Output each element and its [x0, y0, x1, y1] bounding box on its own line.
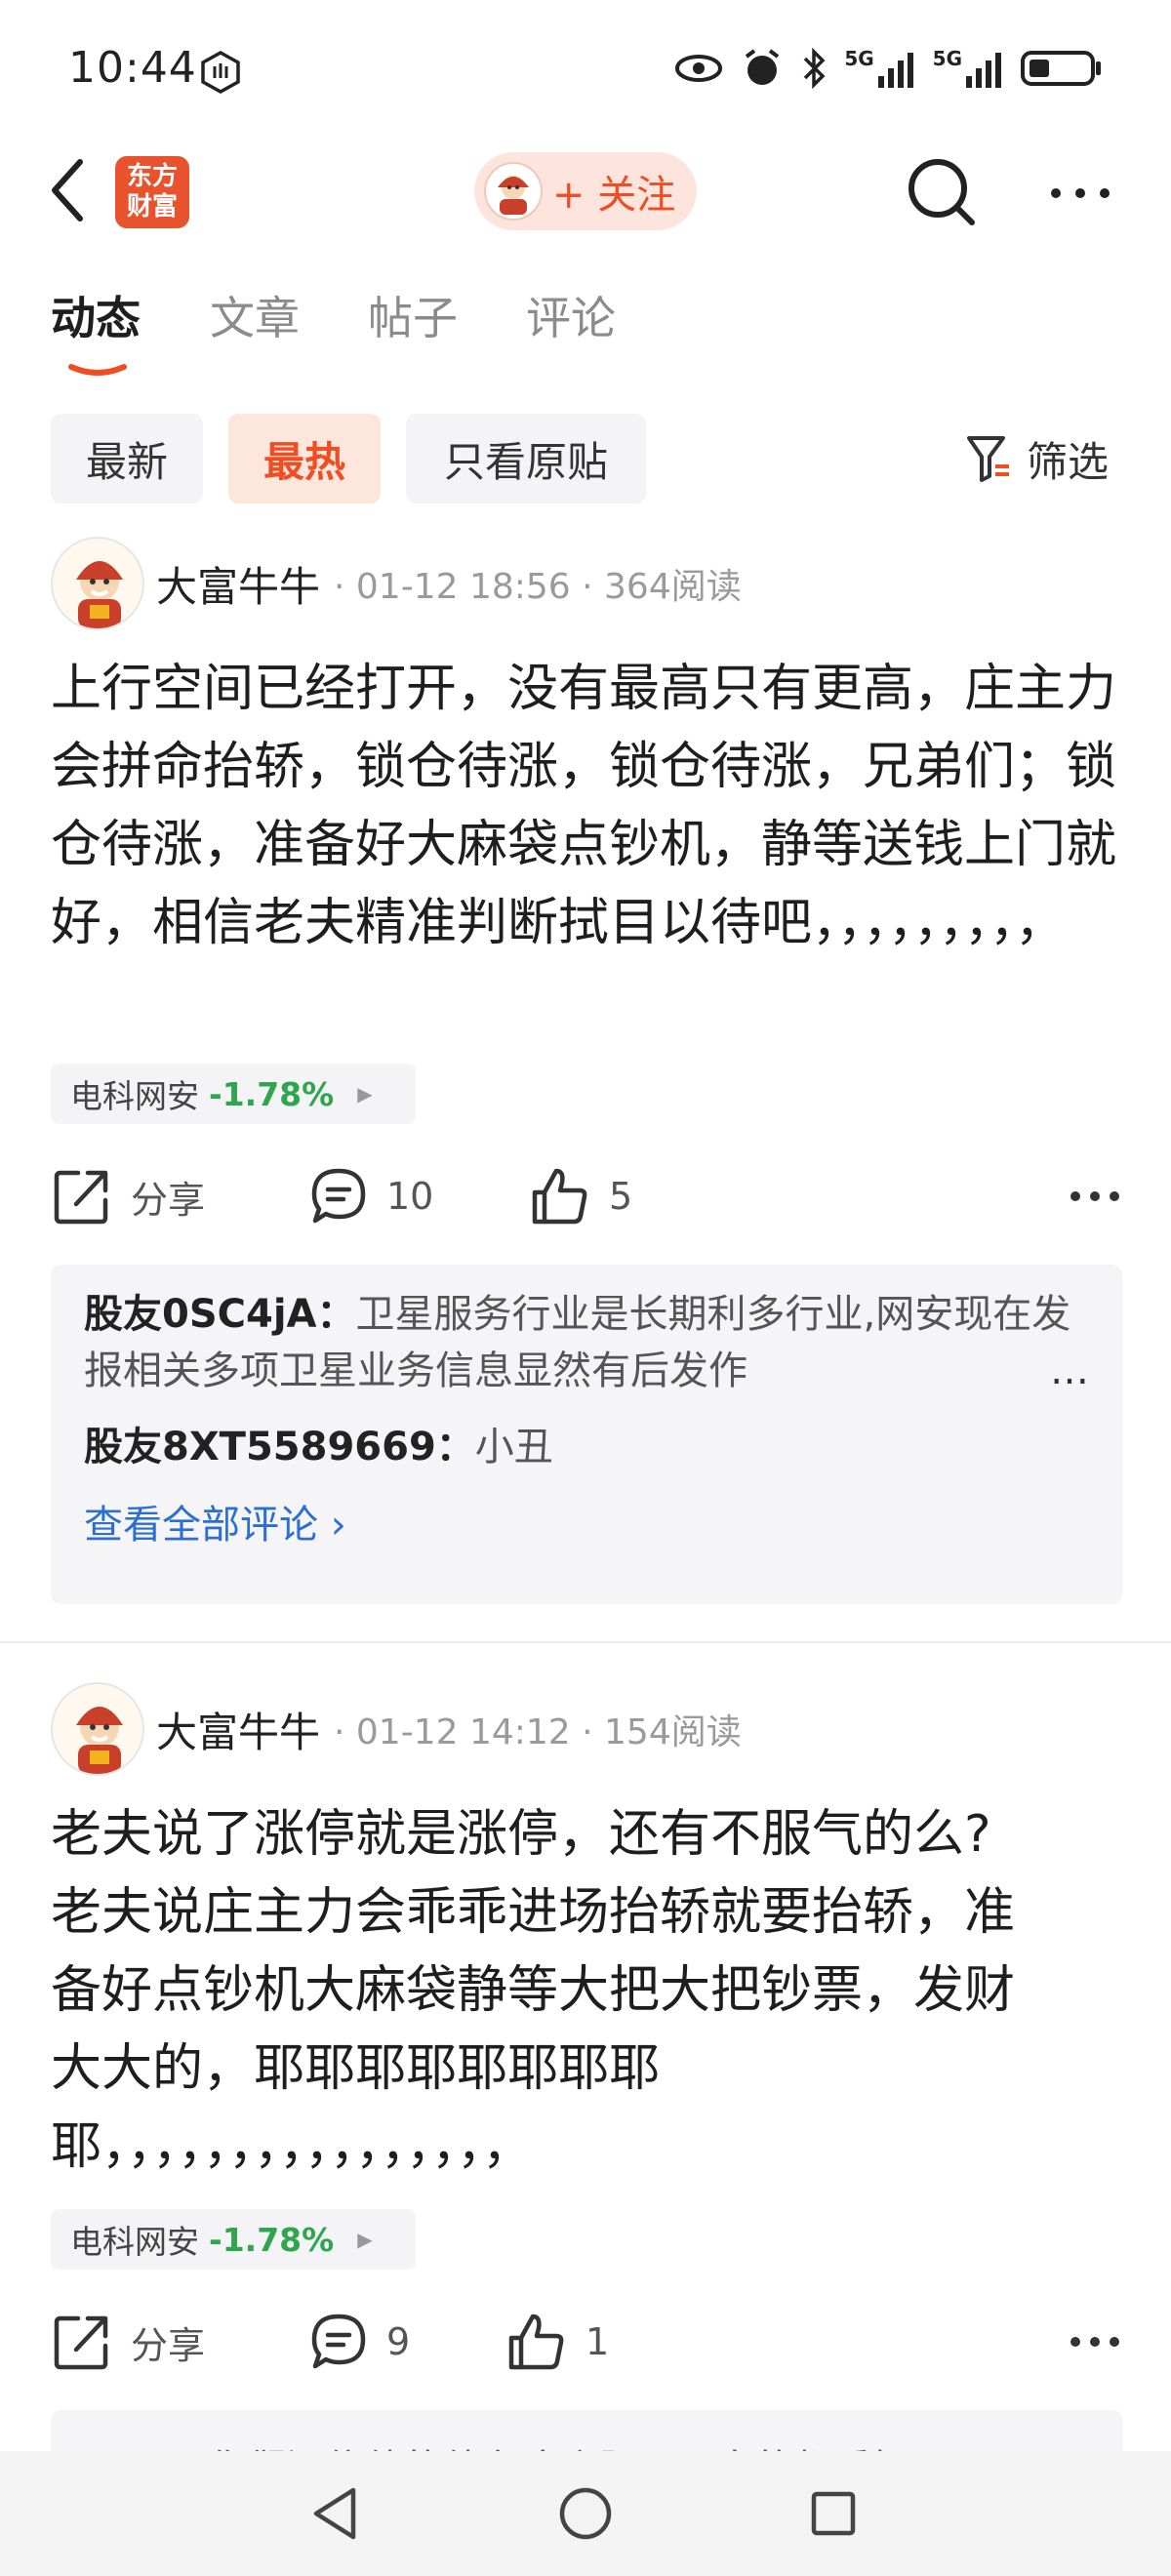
app-logo: 东方 财富 [115, 156, 189, 228]
post-card[interactable]: 大富牛牛 · 01-12 14:12 · 154阅读 老夫说了涨停就是涨停，还有… [0, 1680, 1171, 2488]
author-avatar[interactable] [51, 537, 144, 630]
thumbs-up-icon [508, 2314, 564, 2370]
stock-tag[interactable]: 电科网安 -1.78% ▶ [51, 2209, 416, 2270]
search-button[interactable] [906, 156, 978, 228]
tab-comments[interactable]: 评论 [526, 283, 616, 347]
chevron-left-icon [52, 159, 83, 221]
post-actions: 分享 10 5 [51, 1157, 1124, 1235]
stock-name: 电科网安 [70, 1077, 199, 1115]
tab-posts[interactable]: 帖子 [368, 283, 458, 347]
post-body-line: 老夫说了涨停就是涨停，还有不服气的么? [51, 1805, 991, 1864]
tab-articles[interactable]: 文章 [210, 283, 300, 347]
stock-change: -1.78% [209, 2220, 335, 2259]
more-horizontal-icon[interactable] [1066, 1167, 1124, 1226]
stock-tag[interactable]: 电科网安 -1.78% ▶ [51, 1064, 416, 1124]
home-circle-icon[interactable] [554, 2482, 617, 2545]
follow-button[interactable]: + 关注 [474, 152, 697, 230]
comment-bubble-icon [311, 1168, 366, 1224]
status-time: 10:44 [68, 43, 197, 93]
search-icon [909, 159, 975, 225]
comment-user: 股友0SC4jA： [84, 1292, 356, 1337]
back-button[interactable] [47, 156, 101, 224]
author-name[interactable]: 大富牛牛 [156, 1700, 320, 1759]
active-tab-indicator [68, 364, 127, 376]
tab-dynamics[interactable]: 动态 [51, 283, 141, 347]
user-avatar-small [484, 162, 543, 221]
post-actions: 分享 9 1 [51, 2303, 1124, 2381]
share-button[interactable]: 分享 [51, 1157, 205, 1235]
post-divider [0, 1641, 1171, 1643]
comment-item[interactable]: 股友8XT5589669：小丑 [84, 1419, 1089, 1475]
post-card[interactable]: 大富牛牛 · 01-12 18:56 · 364阅读 上行空间已经打开，没有最高… [0, 535, 1171, 1628]
post-body-line: 老夫说庄主力会乖乖进场抬轿就要抬轿，准 [51, 1883, 1016, 1942]
filter-chip-hot[interactable]: 最热 [228, 414, 381, 503]
content-tabs: 动态 文章 帖子 评论 [0, 283, 1171, 390]
play-arrow-icon: ▶ [357, 1082, 373, 1106]
comment-user: 股友8XT5589669： [84, 1425, 475, 1469]
filter-chip-latest[interactable]: 最新 [51, 414, 203, 503]
comment-count: 10 [386, 1175, 434, 1218]
alarm-icon [746, 49, 780, 85]
stock-change: -1.78% [209, 1074, 335, 1113]
follow-label: + 关注 [552, 173, 676, 218]
comments-preview: 股友0SC4jA：卫星服务行业是长期利多行业,网安现在发报相关多项卫星业务信息显… [51, 1265, 1122, 1604]
filter-bar: 最新 最热 只看原贴 筛选 [0, 414, 1171, 503]
status-bar: 10:44 5G 5G [0, 0, 1171, 137]
comment-text: 小丑 [474, 1425, 553, 1469]
more-horizontal-icon[interactable] [1066, 2313, 1124, 2371]
post-body[interactable]: 上行空间已经打开，没有最高只有更高，庄主力会拼命抬轿，锁仓待涨，锁仓待涨，兄弟们… [51, 650, 1124, 962]
signal-5g-icon: 5G [933, 47, 1003, 90]
author-avatar[interactable] [51, 1682, 144, 1776]
like-button[interactable]: 5 [529, 1157, 632, 1235]
post-body[interactable]: 老夫说了涨停就是涨停，还有不服气的么? 老夫说庄主力会乖乖进场抬轿就要抬轿，准 … [51, 1795, 1124, 2186]
thumbs-up-icon [532, 1168, 587, 1225]
post-body-line: 大大的，耶耶耶耶耶耶耶耶 [51, 2039, 661, 2098]
view-all-comments-link[interactable]: 查看全部评论 › [84, 1493, 1089, 1550]
like-button[interactable]: 1 [505, 2303, 609, 2381]
top-nav-bar: 东方 财富 + 关注 [0, 137, 1171, 244]
post-header: 大富牛牛 · 01-12 14:12 · 154阅读 [51, 1680, 742, 1778]
share-label: 分享 [131, 2323, 206, 2367]
filter-funnel-icon [967, 436, 1009, 482]
like-count: 5 [609, 1175, 633, 1218]
recents-square-icon[interactable] [802, 2482, 865, 2545]
post-body-line: 耶，，，，，，，，，，，，，，，， [51, 2117, 534, 2176]
author-name[interactable]: 大富牛牛 [156, 554, 320, 614]
share-icon [54, 2315, 108, 2370]
comment-item[interactable]: 股友0SC4jA：卫星服务行业是长期利多行业,网安现在发报相关多项卫星业务信息显… [84, 1286, 1089, 1399]
comment-button[interactable]: 10 [308, 1157, 433, 1235]
comment-button[interactable]: 9 [308, 2303, 410, 2381]
post-body-line: 备好点钞机大麻袋静等大把大把钞票，发财 [51, 1961, 1016, 2020]
filter-chip-original-only[interactable]: 只看原贴 [406, 414, 646, 503]
status-icons: 5G 5G [674, 43, 1103, 94]
signal-5g-icon: 5G [844, 47, 914, 90]
share-icon [54, 1170, 108, 1225]
stock-name: 电科网安 [70, 2223, 199, 2261]
comment-bubble-icon [311, 2314, 366, 2369]
share-label: 分享 [131, 1178, 206, 1222]
system-nav-bar [0, 2451, 1171, 2576]
filter-label: 筛选 [1027, 437, 1110, 486]
filter-button[interactable]: 筛选 [966, 427, 1109, 490]
play-arrow-icon: ▶ [357, 2228, 373, 2251]
bluetooth-icon [804, 47, 826, 90]
post-meta: · 01-12 14:12 · 154阅读 [334, 1712, 742, 1752]
battery-icon [1021, 51, 1101, 86]
post-meta: · 01-12 18:56 · 364阅读 [334, 567, 742, 607]
post-header: 大富牛牛 · 01-12 18:56 · 364阅读 [51, 535, 742, 632]
hand-gesture-icon [201, 51, 240, 94]
comment-count: 9 [386, 2320, 411, 2363]
back-triangle-icon[interactable] [304, 2482, 367, 2545]
share-button[interactable]: 分享 [51, 2303, 205, 2381]
more-horizontal-icon [1051, 188, 1110, 198]
comment-ellipsis: … [1050, 1348, 1089, 1393]
like-count: 1 [586, 2320, 610, 2363]
more-options-button[interactable] [1046, 164, 1114, 222]
eye-icon [675, 55, 723, 82]
